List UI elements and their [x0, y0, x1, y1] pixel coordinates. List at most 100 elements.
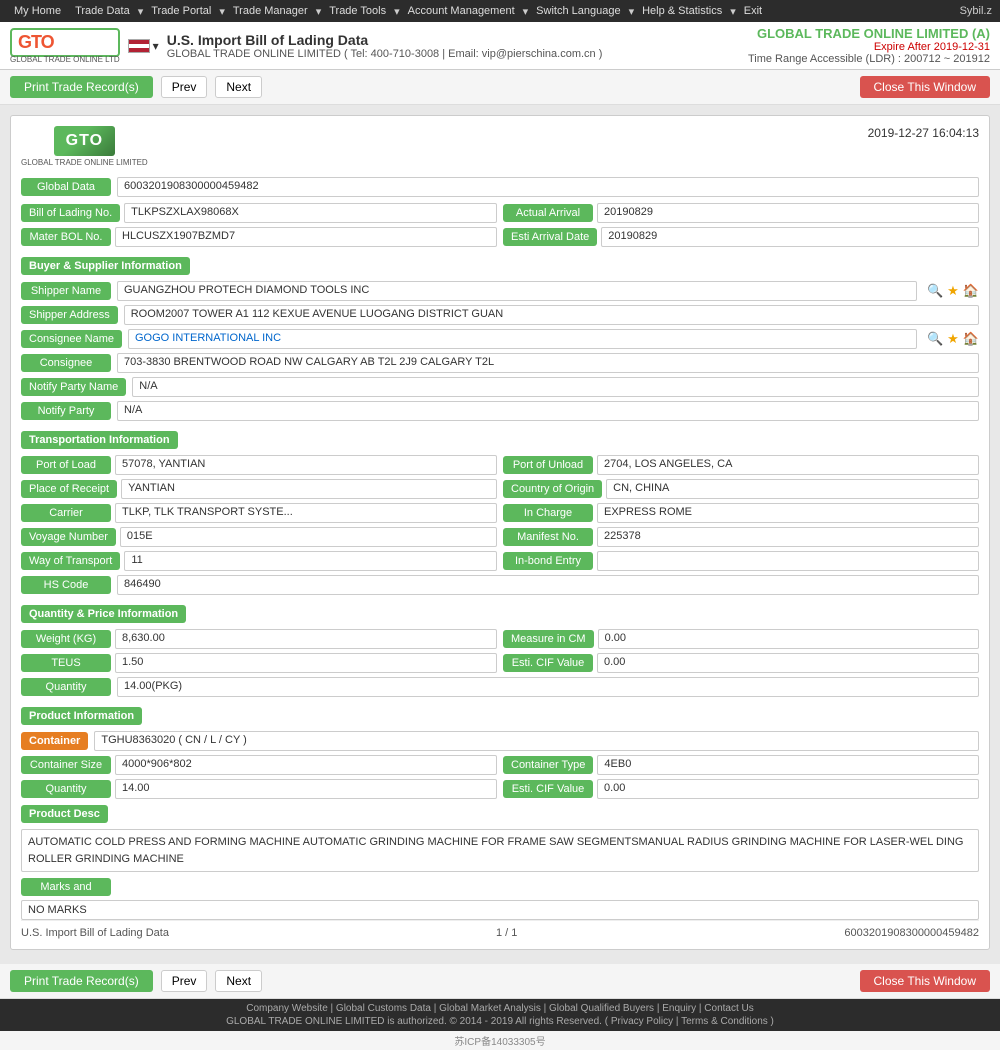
print-button-bottom[interactable]: Print Trade Record(s) [10, 970, 153, 992]
esti-cif-label: Esti. CIF Value [503, 654, 593, 672]
nav-my-home[interactable]: My Home [8, 3, 67, 19]
port-of-unload-label: Port of Unload [503, 456, 593, 474]
measure-pair: Measure in CM 0.00 [503, 629, 979, 649]
voyage-pair: Voyage Number 015E [21, 527, 497, 547]
place-of-receipt-label: Place of Receipt [21, 480, 117, 498]
footer-links: Company Website | Global Customs Data | … [8, 1003, 992, 1014]
close-button-top[interactable]: Close This Window [860, 76, 990, 98]
in-bond-entry-label: In-bond Entry [503, 552, 593, 570]
notify-party-name-value: N/A [132, 377, 979, 397]
header-title-section: U.S. Import Bill of Lading Data GLOBAL T… [167, 32, 603, 60]
bol-value: TLKPSZXLAX98068X [124, 203, 497, 223]
prev-button-bottom[interactable]: Prev [161, 970, 208, 992]
footer-terms[interactable]: Terms & Conditions [681, 1016, 768, 1027]
footer-contact-us[interactable]: Contact Us [704, 1003, 753, 1014]
page-footer: Company Website | Global Customs Data | … [0, 999, 1000, 1031]
container-type-value: 4EB0 [597, 755, 979, 775]
consignee-name-row: Consignee Name GOGO INTERNATIONAL INC 🔍 … [21, 329, 979, 349]
teus-label: TEUS [21, 654, 111, 672]
in-charge-pair: In Charge EXPRESS ROME [503, 503, 979, 523]
container-label: Container [21, 732, 88, 750]
flag-dropdown-icon[interactable]: ▾ [153, 39, 159, 53]
shipper-address-label: Shipper Address [21, 306, 118, 324]
us-flag [128, 39, 150, 53]
nav-trade-portal[interactable]: Trade Portal [145, 3, 217, 19]
actual-arrival-value: 20190829 [597, 203, 979, 223]
product-cif-pair: Esti. CIF Value 0.00 [503, 779, 979, 799]
product-cif-value: 0.00 [597, 779, 979, 799]
footer-global-market[interactable]: Global Market Analysis [439, 1003, 541, 1014]
product-header: Product Information [21, 707, 142, 725]
nav-trade-manager[interactable]: Trade Manager [227, 3, 314, 19]
product-section: Product Information Container TGHU836302… [21, 707, 979, 920]
footer-company-website[interactable]: Company Website [246, 1003, 328, 1014]
voyage-number-label: Voyage Number [21, 528, 116, 546]
print-button-top[interactable]: Print Trade Record(s) [10, 76, 153, 98]
nav-trade-tools[interactable]: Trade Tools [323, 3, 392, 19]
nav-help-statistics[interactable]: Help & Statistics [636, 3, 728, 19]
manifest-pair: Manifest No. 225378 [503, 527, 979, 547]
nav-exit[interactable]: Exit [738, 3, 768, 19]
footer-privacy-policy[interactable]: Privacy Policy [611, 1016, 673, 1027]
weight-label: Weight (KG) [21, 630, 111, 648]
manifest-no-value: 225378 [597, 527, 979, 547]
shipper-home-icon[interactable]: 🏠 [963, 283, 979, 299]
global-data-label: Global Data [21, 178, 111, 196]
notify-party-value: N/A [117, 401, 979, 421]
product-qty-value: 14.00 [115, 779, 497, 799]
container-row: Container TGHU8363020 ( CN / L / CY ) [21, 731, 979, 751]
shipper-star-icon[interactable]: ★ [947, 283, 959, 299]
quantity-price-header: Quantity & Price Information [21, 605, 186, 623]
teus-pair: TEUS 1.50 [21, 653, 497, 673]
shipper-name-label: Shipper Name [21, 282, 111, 300]
next-button-bottom[interactable]: Next [215, 970, 262, 992]
next-button-top[interactable]: Next [215, 76, 262, 98]
shipper-name-value: GUANGZHOU PROTECH DIAMOND TOOLS INC [117, 281, 917, 301]
bol-pair: Bill of Lading No. TLKPSZXLAX98068X [21, 203, 497, 223]
footer-global-customs[interactable]: Global Customs Data [336, 1003, 431, 1014]
port-of-unload-value: 2704, LOS ANGELES, CA [597, 455, 979, 475]
country-origin-pair: Country of Origin CN, CHINA [503, 479, 979, 499]
shipper-search-icon[interactable]: 🔍 [927, 283, 943, 299]
quantity-price-section: Quantity & Price Information Weight (KG)… [21, 605, 979, 697]
actual-arrival-label: Actual Arrival [503, 204, 593, 222]
consignee-search-icon[interactable]: 🔍 [927, 331, 943, 347]
quantity-value-qp: 14.00(PKG) [117, 677, 979, 697]
carrier-label: Carrier [21, 504, 111, 522]
in-bond-entry-pair: In-bond Entry [503, 551, 979, 571]
record-logo: GTO GLOBAL TRADE ONLINE LIMITED [21, 126, 148, 167]
consignee-star-icon[interactable]: ★ [947, 331, 959, 347]
prev-button-top[interactable]: Prev [161, 76, 208, 98]
header-bar: GTO GLOBAL TRADE ONLINE LTD ▾ U.S. Impor… [0, 22, 1000, 70]
close-button-bottom[interactable]: Close This Window [860, 970, 990, 992]
footer-global-qualified[interactable]: Global Qualified Buyers [549, 1003, 654, 1014]
receipt-origin-row: Place of Receipt YANTIAN Country of Orig… [21, 479, 979, 499]
mater-bol-value: HLCUSZX1907BZMD7 [115, 227, 497, 247]
product-desc-section: Product Desc AUTOMATIC COLD PRESS AND FO… [21, 805, 979, 872]
buyer-supplier-header: Buyer & Supplier Information [21, 257, 190, 275]
place-of-receipt-value: YANTIAN [121, 479, 497, 499]
record-logo-image: GTO [54, 126, 115, 156]
transportation-header: Transportation Information [21, 431, 178, 449]
teus-value: 1.50 [115, 653, 497, 673]
flag-selector[interactable]: ▾ [128, 39, 159, 53]
transportation-section: Transportation Information Port of Load … [21, 431, 979, 595]
port-load-pair: Port of Load 57078, YANTIAN [21, 455, 497, 475]
marks-row: Marks and [21, 878, 979, 896]
product-qty-label: Quantity [21, 780, 111, 798]
nav-switch-language[interactable]: Switch Language [530, 3, 626, 19]
footer-enquiry[interactable]: Enquiry [662, 1003, 696, 1014]
top-navigation: My Home Trade Data ▾ Trade Portal ▾ Trad… [0, 0, 1000, 22]
shipper-address-value: ROOM2007 TOWER A1 112 KEXUE AVENUE LUOGA… [124, 305, 979, 325]
port-load-unload-row: Port of Load 57078, YANTIAN Port of Unlo… [21, 455, 979, 475]
buyer-supplier-section: Buyer & Supplier Information Shipper Nam… [21, 257, 979, 421]
logo-subtitle: GLOBAL TRADE ONLINE LTD [10, 55, 120, 64]
logo-text: GTO [10, 28, 120, 57]
nav-account-management[interactable]: Account Management [402, 3, 521, 19]
nav-trade-data[interactable]: Trade Data [69, 3, 136, 19]
port-of-load-label: Port of Load [21, 456, 111, 474]
card-footer-left: U.S. Import Bill of Lading Data [21, 927, 169, 939]
shipper-name-row: Shipper Name GUANGZHOU PROTECH DIAMOND T… [21, 281, 979, 301]
consignee-home-icon[interactable]: 🏠 [963, 331, 979, 347]
esti-cif-pair: Esti. CIF Value 0.00 [503, 653, 979, 673]
